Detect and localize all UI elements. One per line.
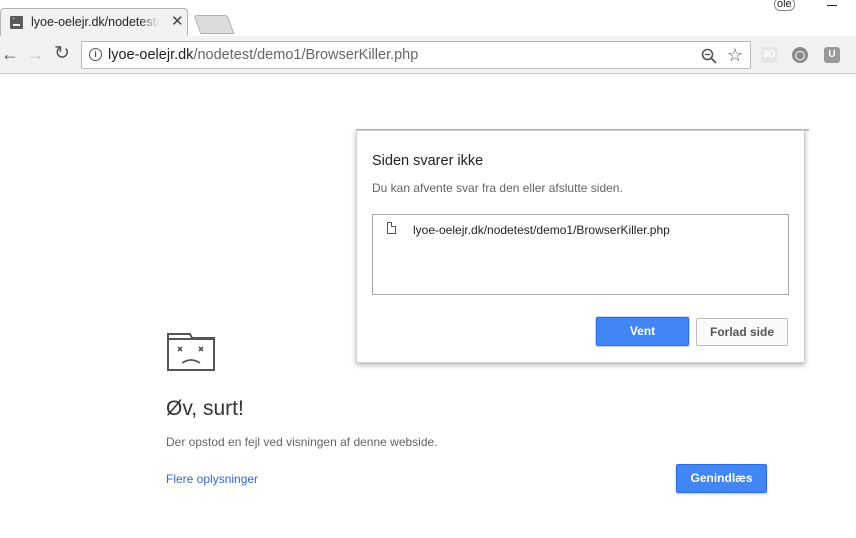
sad-tab-icon [167, 333, 215, 371]
profile-badge[interactable]: ole [774, 0, 795, 11]
more-info-link[interactable]: Flere oplysninger [166, 472, 258, 486]
tab-close-icon[interactable]: ✕ [171, 13, 184, 31]
sad-page-favicon-icon [10, 13, 23, 35]
site-info-icon[interactable]: i [89, 48, 102, 61]
extension-3d-icon[interactable]: 3D [761, 47, 777, 63]
page-icon [387, 222, 396, 234]
zoom-out-icon[interactable] [700, 47, 718, 65]
address-bar[interactable]: i lyoe-oelejr.dk/nodetest/demo1/BrowserK… [81, 41, 751, 69]
page-unresponsive-dialog: Siden svarer ikke Du kan afvente svar fr… [356, 130, 805, 363]
error-title: Øv, surt! [166, 397, 244, 420]
dialog-title: Siden svarer ikke [372, 153, 484, 169]
extension-circle-icon[interactable]: ◯ [792, 47, 808, 63]
minimize-window-icon[interactable] [827, 5, 837, 6]
url-host: lyoe-oelejr.dk [108, 47, 194, 63]
forward-arrow-icon[interactable]: → [25, 44, 45, 64]
tab-active[interactable]: lyoe-oelejr.dk/nodetest/demo1/BrowserKil… [0, 8, 188, 36]
unresponsive-pages-list[interactable]: lyoe-oelejr.dk/nodetest/demo1/BrowserKil… [372, 214, 789, 295]
list-item: lyoe-oelejr.dk/nodetest/demo1/BrowserKil… [413, 223, 670, 237]
dialog-message: Du kan afvente svar fra den eller afslut… [372, 181, 623, 195]
tab-title: lyoe-oelejr.dk/nodetest/demo1/BrowserKil… [31, 15, 159, 29]
url-path: /nodetest/demo1/BrowserKiller.php [193, 47, 419, 63]
reload-icon[interactable]: ↻ [52, 44, 72, 64]
reload-button[interactable]: Genindlæs [676, 464, 767, 493]
error-description: Der opstod en fejl ved visningen af denn… [166, 435, 438, 449]
extension-u-icon[interactable]: U [824, 47, 840, 63]
back-arrow-icon[interactable]: ← [0, 44, 20, 64]
new-tab-button[interactable] [193, 15, 235, 34]
tab-strip: lyoe-oelejr.dk/nodetest/demo1/BrowserKil… [0, 0, 856, 36]
wait-button[interactable]: Vent [596, 317, 689, 346]
browser-toolbar: ← → ↻ i lyoe-oelejr.dk/nodetest/demo1/Br… [0, 36, 856, 74]
address-url[interactable]: lyoe-oelejr.dk/nodetest/demo1/BrowserKil… [108, 47, 418, 63]
leave-page-button[interactable]: Forlad side [696, 318, 788, 346]
bookmark-star-icon[interactable]: ☆ [727, 44, 743, 66]
